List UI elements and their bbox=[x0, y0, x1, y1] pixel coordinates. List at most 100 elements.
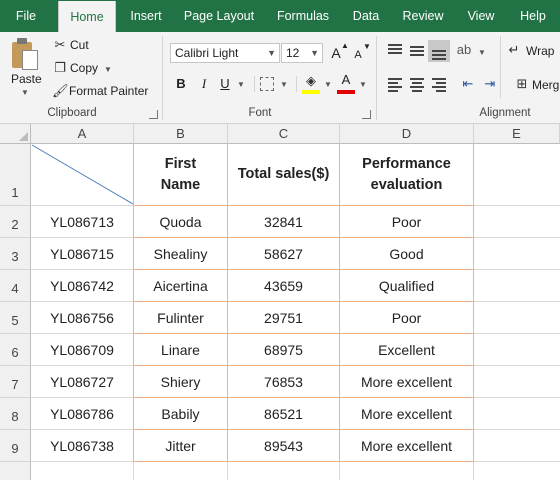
column-header-c[interactable]: C bbox=[228, 124, 340, 144]
align-middle-icon[interactable] bbox=[408, 42, 426, 58]
align-bottom-icon[interactable] bbox=[428, 40, 450, 62]
row-header[interactable] bbox=[0, 462, 31, 480]
format-painter-button[interactable]: Format Painter bbox=[69, 84, 148, 98]
cell-total-sales[interactable]: 29751 bbox=[228, 302, 339, 333]
row-header[interactable]: 6 bbox=[0, 334, 31, 366]
cell-total-sales[interactable]: 68975 bbox=[228, 334, 339, 365]
orientation-dropdown-icon[interactable]: ▼ bbox=[478, 48, 486, 57]
cell-performance[interactable]: Good bbox=[340, 238, 473, 269]
cell-first-name[interactable]: Shiery bbox=[134, 366, 227, 397]
column-header-b[interactable]: B bbox=[134, 124, 228, 144]
column-header-e[interactable]: E bbox=[474, 124, 560, 144]
cell-total-sales[interactable]: 43659 bbox=[228, 270, 339, 301]
paste-icon[interactable] bbox=[10, 38, 40, 72]
cell-total-sales[interactable]: 32841 bbox=[228, 206, 339, 237]
cell-first-name[interactable]: Fulinter bbox=[134, 302, 227, 333]
cell-first-name[interactable]: Jitter bbox=[134, 430, 227, 461]
cell-first-name[interactable]: Quoda bbox=[134, 206, 227, 237]
merge-center-button[interactable]: Merg bbox=[532, 78, 559, 92]
cell-performance[interactable]: Excellent bbox=[340, 334, 473, 365]
underline-button[interactable]: U bbox=[217, 74, 233, 94]
copy-button[interactable]: Copy bbox=[70, 61, 98, 75]
row-header[interactable]: 5 bbox=[0, 302, 31, 334]
cell-performance[interactable]: More excellent bbox=[340, 430, 473, 461]
cell-performance[interactable]: More excellent bbox=[340, 366, 473, 397]
tab-insert[interactable]: Insert bbox=[124, 0, 168, 32]
font-size-value: 12 bbox=[286, 46, 300, 60]
fill-color-icon[interactable]: ◈ bbox=[303, 73, 319, 89]
paste-dropdown-icon[interactable]: ▼ bbox=[21, 88, 29, 97]
tab-file[interactable]: File bbox=[8, 0, 44, 32]
cell-performance[interactable]: Poor bbox=[340, 206, 473, 237]
row-header[interactable]: 4 bbox=[0, 270, 31, 302]
row-header[interactable]: 1 bbox=[0, 144, 31, 206]
tab-formulas[interactable]: Formulas bbox=[272, 0, 334, 32]
cell-total-sales[interactable]: 89543 bbox=[228, 430, 339, 461]
cell-id[interactable]: YL086727 bbox=[31, 366, 133, 397]
cell-id[interactable]: YL086756 bbox=[31, 302, 133, 333]
copy-icon[interactable]: ❐ bbox=[52, 60, 68, 76]
scissors-icon[interactable]: ✂ bbox=[52, 37, 68, 53]
merge-center-icon[interactable]: ⊞ bbox=[514, 76, 530, 92]
cut-button[interactable]: Cut bbox=[70, 38, 89, 52]
row-header[interactable]: 3 bbox=[0, 238, 31, 270]
increase-indent-icon[interactable]: ⇥ bbox=[482, 76, 498, 92]
cell-total-sales[interactable]: 76853 bbox=[228, 366, 339, 397]
row-header[interactable]: 7 bbox=[0, 366, 31, 398]
worksheet-grid[interactable]: A B C D E 1 2 3 4 5 6 7 8 9 First Name To… bbox=[0, 124, 560, 480]
orientation-icon[interactable]: ab bbox=[456, 42, 472, 58]
cell-performance[interactable]: Poor bbox=[340, 302, 473, 333]
cell-first-name[interactable]: Shealiny bbox=[134, 238, 227, 269]
cell-id[interactable]: YL086709 bbox=[31, 334, 133, 365]
copy-dropdown-icon[interactable]: ▼ bbox=[104, 65, 112, 74]
cell-id[interactable]: YL086713 bbox=[31, 206, 133, 237]
font-color-dropdown-icon[interactable]: ▼ bbox=[359, 80, 367, 89]
decrease-indent-icon[interactable]: ⇤ bbox=[460, 76, 476, 92]
cell-first-name[interactable]: Babily bbox=[134, 398, 227, 429]
cell-b1[interactable]: First Name bbox=[134, 144, 227, 205]
cell-total-sales[interactable]: 86521 bbox=[228, 398, 339, 429]
cell-c1[interactable]: Total sales($) bbox=[228, 144, 339, 205]
row-header[interactable]: 9 bbox=[0, 430, 31, 462]
wrap-text-icon[interactable]: ↵ bbox=[506, 42, 522, 58]
tab-page-layout[interactable]: Page Layout bbox=[180, 0, 258, 32]
clipboard-launcher-icon[interactable] bbox=[149, 110, 158, 119]
wrap-text-button[interactable]: Wrap bbox=[526, 44, 554, 58]
cell-id[interactable]: YL086742 bbox=[31, 270, 133, 301]
underline-dropdown-icon[interactable]: ▼ bbox=[237, 80, 245, 89]
tab-view[interactable]: View bbox=[462, 0, 500, 32]
cell-id[interactable]: YL086786 bbox=[31, 398, 133, 429]
cell-total-sales[interactable]: 58627 bbox=[228, 238, 339, 269]
cell-performance[interactable]: More excellent bbox=[340, 398, 473, 429]
font-size-combo[interactable]: 12 ▼ bbox=[281, 43, 323, 63]
borders-icon[interactable] bbox=[260, 77, 274, 91]
align-center-icon[interactable] bbox=[408, 76, 426, 92]
font-name-combo[interactable]: Calibri Light ▼ bbox=[170, 43, 280, 63]
cell-performance[interactable]: Qualified bbox=[340, 270, 473, 301]
italic-button[interactable]: I bbox=[196, 74, 212, 94]
bold-button[interactable]: B bbox=[173, 74, 189, 94]
align-right-icon[interactable] bbox=[430, 76, 448, 92]
font-launcher-icon[interactable] bbox=[362, 110, 371, 119]
font-color-icon[interactable]: A bbox=[339, 70, 353, 90]
tab-help[interactable]: Help bbox=[514, 0, 552, 32]
row-header[interactable]: 8 bbox=[0, 398, 31, 430]
column-header-d[interactable]: D bbox=[340, 124, 474, 144]
tab-review[interactable]: Review bbox=[398, 0, 448, 32]
cell-d1[interactable]: Performance evaluation bbox=[340, 144, 473, 205]
fill-color-dropdown-icon[interactable]: ▼ bbox=[324, 80, 332, 89]
align-left-icon[interactable] bbox=[386, 76, 404, 92]
paste-button[interactable]: Paste bbox=[11, 72, 42, 86]
cell-first-name[interactable]: Aicertina bbox=[134, 270, 227, 301]
borders-dropdown-icon[interactable]: ▼ bbox=[280, 80, 288, 89]
align-top-icon[interactable] bbox=[386, 42, 404, 58]
tab-data[interactable]: Data bbox=[348, 0, 384, 32]
column-header-a[interactable]: A bbox=[31, 124, 134, 144]
cell-first-name[interactable]: Linare bbox=[134, 334, 227, 365]
select-all-corner[interactable] bbox=[0, 124, 31, 144]
format-painter-icon[interactable]: 🖌 bbox=[52, 83, 69, 99]
row-header[interactable]: 2 bbox=[0, 206, 31, 238]
cell-id[interactable]: YL086715 bbox=[31, 238, 133, 269]
tab-home[interactable]: Home bbox=[58, 1, 116, 32]
cell-id[interactable]: YL086738 bbox=[31, 430, 133, 461]
